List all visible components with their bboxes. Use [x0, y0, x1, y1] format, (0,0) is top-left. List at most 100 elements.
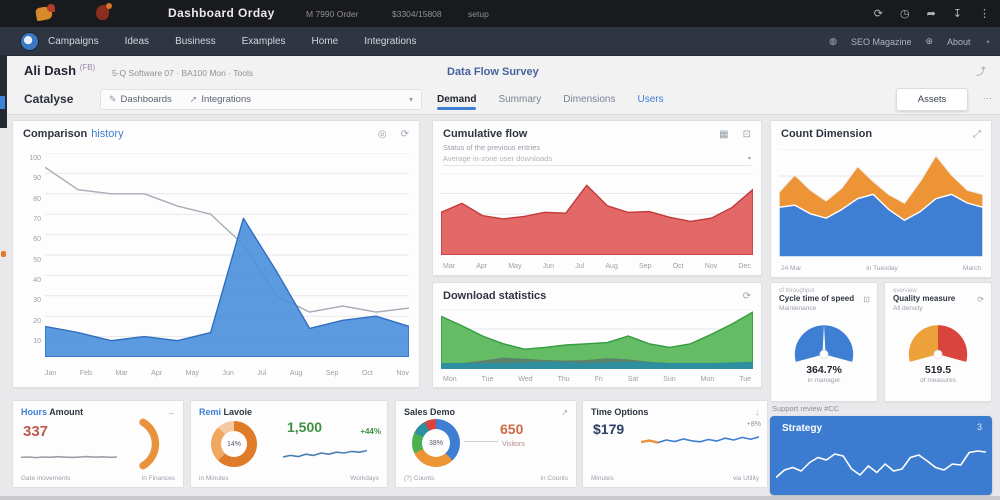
support-label[interactable]: Support review #CC	[772, 404, 839, 413]
x-tick: Mar	[115, 370, 128, 377]
help-icon[interactable]: ◍	[829, 36, 837, 47]
logo-shape	[47, 4, 55, 12]
tab-dashboards[interactable]: ✎ Dashboards	[109, 94, 172, 105]
frame-icon[interactable]: ⊡	[743, 129, 751, 140]
grid-icon[interactable]: ▦	[719, 129, 728, 140]
clock-icon[interactable]: ◷	[900, 7, 910, 20]
y-tick: 60	[33, 236, 41, 244]
eye-icon[interactable]: ◎	[378, 129, 387, 140]
kpi-title: Time Options	[591, 407, 649, 417]
refresh-icon[interactable]: ⟳	[977, 295, 984, 304]
tab-users[interactable]: Users	[638, 94, 664, 107]
x-tick: May	[508, 263, 522, 270]
footer-strip	[0, 496, 1000, 500]
refresh-icon[interactable]: ⟳	[743, 291, 751, 302]
tab-summary[interactable]: Summary	[498, 94, 541, 107]
x-tick: in Tuesday	[866, 265, 898, 272]
comparison-chart	[45, 153, 409, 357]
x-tick: Aug	[289, 370, 303, 377]
org-logo[interactable]	[20, 32, 39, 51]
tab-demand[interactable]: Demand	[437, 94, 477, 110]
kpi-footer: in Minutes Workdays	[199, 475, 379, 482]
connector-line	[464, 441, 498, 442]
nav-item[interactable]: Business	[175, 36, 216, 47]
gauge-chart	[908, 324, 968, 362]
export-icon[interactable]: ↗	[561, 408, 568, 417]
x-tick: Mon	[700, 376, 715, 383]
x-tick: Sun	[663, 376, 676, 383]
nav-item[interactable]: Home	[312, 36, 339, 47]
download-icon[interactable]: ↧	[953, 7, 962, 20]
nav-item[interactable]: Ideas	[125, 36, 149, 47]
report-tabs: Demand Summary Dimensions Users	[437, 88, 664, 112]
x-tick: Jun	[222, 370, 234, 377]
panel-gauge-quality: overview Quality measure All density ⟳ 5…	[884, 282, 992, 402]
topbar-meta-3[interactable]: setup	[468, 9, 489, 19]
donut-center-label: 14%	[226, 440, 241, 448]
rail-orange-marker[interactable]	[1, 251, 6, 257]
x-tick: May	[185, 370, 199, 377]
tab-dimensions[interactable]: Dimensions	[563, 94, 615, 107]
x-tick: Wed	[518, 376, 533, 383]
y-tick: 80	[33, 195, 41, 203]
kpi-footer: (?) Counts in Counts	[404, 475, 568, 482]
y-tick: 20	[33, 317, 41, 325]
x-tick: Nov	[396, 370, 409, 377]
magazine-link[interactable]: SEO Magazine	[851, 37, 912, 47]
history-link[interactable]: history	[91, 128, 123, 140]
page-title: Ali Dash (FB)	[24, 63, 96, 78]
strategy-card: Strategy 3	[770, 416, 992, 495]
avatar[interactable]: ◔	[985, 37, 990, 47]
chevron-down-icon[interactable]: ▾	[748, 155, 751, 162]
kpi-footer: Minutes via Utility	[591, 475, 759, 482]
nav-item[interactable]: Integrations	[364, 36, 416, 47]
share-icon[interactable]: ⤴	[976, 63, 986, 78]
more-icon[interactable]: ⋮	[979, 7, 990, 20]
about-link[interactable]: About	[947, 37, 971, 47]
x-tick: March	[962, 265, 981, 272]
card-title: Strategy	[782, 423, 823, 434]
kpi-value: 650	[500, 421, 524, 437]
globe-icon[interactable]: ⊕	[925, 36, 933, 47]
assets-button[interactable]: Assets	[896, 88, 968, 111]
share-icon[interactable]: ➦	[927, 7, 936, 20]
dots-icon[interactable]: ⋯	[983, 93, 992, 104]
donut-chart: 38%	[412, 419, 460, 467]
kpi-value: 337	[23, 423, 49, 440]
nav-item[interactable]: Campaigns	[48, 36, 99, 47]
x-tick: Jul	[257, 370, 267, 377]
kpi-card-layers: Remi Lavoie 14% 1,500 +44% in Minutes Wor…	[190, 400, 388, 488]
gauge-value: 364.7%	[806, 363, 842, 376]
x-tick: Sep	[639, 263, 652, 270]
app-logo[interactable]	[34, 3, 146, 24]
panel-title: Download statistics	[443, 290, 547, 302]
arrow-right-icon[interactable]: →	[167, 408, 175, 417]
gauge-title: Cycle time of speed	[779, 294, 855, 303]
x-tick: Jan	[45, 370, 57, 377]
chevron-down-icon[interactable]: ▾	[409, 95, 413, 104]
x-tick: Dec	[738, 263, 751, 270]
panel-header: Count Dimension ⤢	[771, 121, 991, 143]
tab-integrations[interactable]: ➚ Integrations	[190, 94, 251, 105]
x-tick: Sat	[627, 376, 639, 383]
y-tick: 10	[33, 337, 41, 345]
panel-title: Count Dimension	[781, 128, 873, 140]
gauge-overline: of throughput	[779, 288, 815, 294]
y-tick: 30	[33, 297, 41, 305]
y-axis: 100 90 80 70 60 50 40 30 20 10	[19, 155, 41, 345]
y-tick: 40	[33, 276, 41, 284]
expand-icon[interactable]: ⤢	[973, 129, 981, 140]
arrow-down-icon[interactable]: ↓	[755, 408, 759, 417]
breadcrumb[interactable]: 5-Q Software 07 · BA100 Mon · Tools	[112, 68, 253, 78]
refresh-icon[interactable]: ⟳	[874, 7, 883, 20]
donut-chart: 14%	[211, 421, 257, 467]
refresh-icon[interactable]: ⟳	[401, 129, 409, 140]
gauge-chart	[794, 324, 854, 362]
rail-active-marker[interactable]	[0, 96, 5, 109]
kpi-card-sales: Sales Demo ↗ 38% 650 Visitors (?) Counts…	[395, 400, 577, 488]
nav-item[interactable]: Examples	[242, 36, 286, 47]
frame-icon[interactable]: ⊡	[863, 295, 870, 304]
nav-bar: Campaigns Ideas Business Examples Home Integr…	[0, 27, 1000, 56]
x-axis: Mar Apr May Jun Jul Aug Sep Oct Nov Dec	[443, 263, 751, 270]
sparkline	[283, 443, 367, 463]
